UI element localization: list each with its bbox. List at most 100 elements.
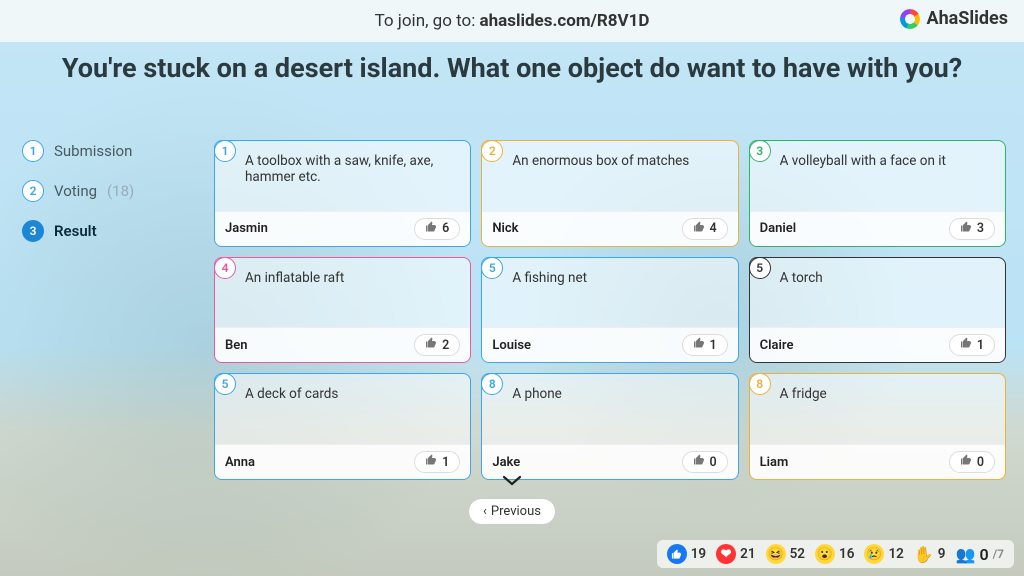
card-footer: Anna 1 <box>215 444 470 479</box>
author-name: Jasmin <box>225 221 268 236</box>
brand: AhaSlides <box>900 8 1008 29</box>
raised-hands[interactable]: ✋9 <box>914 545 946 564</box>
answer-text: A volleyball with a face on it <box>750 141 1005 175</box>
vote-pill[interactable]: 6 <box>414 218 460 240</box>
reaction-like[interactable]: 19 <box>667 544 706 564</box>
reaction-love[interactable]: ❤21 <box>716 544 755 564</box>
card-footer: Jasmin 6 <box>215 211 470 246</box>
step-result[interactable]: 3 Result <box>22 220 192 242</box>
people-icon: 👥 <box>956 545 976 564</box>
answer-card[interactable]: 2 An enormous box of matches Nick 4 <box>481 140 738 247</box>
vote-count: 4 <box>710 221 717 236</box>
vote-count: 1 <box>442 455 449 470</box>
people-here: 0 <box>979 545 988 564</box>
vote-count: 0 <box>977 455 984 470</box>
vote-pill[interactable]: 4 <box>682 218 728 240</box>
top-bar: To join, go to: ahaslides.com/R8V1D AhaS… <box>0 0 1024 42</box>
like-icon <box>667 544 687 564</box>
author-name: Claire <box>760 338 794 353</box>
previous-button[interactable]: ‹ Previous <box>468 498 556 525</box>
brand-name: AhaSlides <box>926 8 1008 29</box>
vote-pill[interactable]: 2 <box>414 334 460 356</box>
answer-card[interactable]: 5 A fishing net Louise 1 <box>481 257 738 364</box>
rank-badge: 5 <box>749 257 771 279</box>
expand-chevron-icon[interactable] <box>501 472 523 493</box>
vote-pill[interactable]: 3 <box>949 218 995 240</box>
step-voting[interactable]: 2 Voting (18) <box>22 180 192 202</box>
sad-count: 12 <box>888 546 903 562</box>
love-count: 21 <box>740 546 755 562</box>
card-footer: Louise 1 <box>482 327 737 362</box>
rank-badge: 5 <box>481 257 503 279</box>
author-name: Ben <box>225 338 248 353</box>
reaction-wow[interactable]: 😮16 <box>815 544 854 564</box>
thumb-icon <box>425 337 437 353</box>
answer-text: A torch <box>750 258 1005 292</box>
join-prefix: To join, go to: <box>375 11 480 31</box>
reaction-sad[interactable]: 😢12 <box>864 544 903 564</box>
thumb-icon <box>425 454 437 470</box>
haha-icon: 😆 <box>766 544 786 564</box>
vote-count: 3 <box>977 221 984 236</box>
answer-card[interactable]: 5 A deck of cards Anna 1 <box>214 373 471 480</box>
thumb-icon <box>425 221 437 237</box>
vote-pill[interactable]: 0 <box>682 451 728 473</box>
people-total: /7 <box>993 547 1004 561</box>
vote-count: 6 <box>442 221 449 236</box>
vote-pill[interactable]: 1 <box>682 334 728 356</box>
answer-card[interactable]: 5 A torch Claire 1 <box>749 257 1006 364</box>
like-count: 19 <box>691 546 706 562</box>
step-badge: 1 <box>22 140 44 162</box>
vote-pill[interactable]: 0 <box>949 451 995 473</box>
vote-count: 1 <box>710 338 717 353</box>
step-badge: 3 <box>22 220 44 242</box>
thumb-icon <box>693 337 705 353</box>
sad-icon: 😢 <box>864 544 884 564</box>
vote-count: 1 <box>977 338 984 353</box>
answer-card[interactable]: 1 A toolbox with a saw, knife, axe, hamm… <box>214 140 471 247</box>
step-submission[interactable]: 1 Submission <box>22 140 192 162</box>
author-name: Nick <box>492 221 518 236</box>
haha-count: 52 <box>790 546 805 562</box>
step-badge: 2 <box>22 180 44 202</box>
author-name: Anna <box>225 455 255 470</box>
join-url: ahaslides.com/R8V1D <box>480 11 650 31</box>
reaction-haha[interactable]: 😆52 <box>766 544 805 564</box>
thumb-icon <box>960 337 972 353</box>
answer-text: An enormous box of matches <box>482 141 737 175</box>
reactions-bar: 19 ❤21 😆52 😮16 😢12 ✋9 👥0/7 <box>657 540 1014 568</box>
card-footer: Claire 1 <box>750 327 1005 362</box>
answer-card[interactable]: 4 An inflatable raft Ben 2 <box>214 257 471 364</box>
rank-badge: 8 <box>749 373 771 395</box>
card-footer: Ben 2 <box>215 327 470 362</box>
step-count: (18) <box>107 182 134 200</box>
card-footer: Daniel 3 <box>750 211 1005 246</box>
answer-card[interactable]: 8 A fridge Liam 0 <box>749 373 1006 480</box>
hand-count: 9 <box>938 546 946 562</box>
love-icon: ❤ <box>716 544 736 564</box>
vote-pill[interactable]: 1 <box>949 334 995 356</box>
chevron-left-icon: ‹ <box>483 504 487 519</box>
answer-card[interactable]: 3 A volleyball with a face on it Daniel … <box>749 140 1006 247</box>
vote-pill[interactable]: 1 <box>414 451 460 473</box>
answer-text: An inflatable raft <box>215 258 470 292</box>
rank-badge: 3 <box>749 140 771 162</box>
vote-count: 2 <box>442 338 449 353</box>
card-footer: Liam 0 <box>750 444 1005 479</box>
step-label: Submission <box>54 142 132 160</box>
answer-text: A toolbox with a saw, knife, axe, hammer… <box>215 141 470 191</box>
participant-count: 👥0/7 <box>956 545 1004 564</box>
step-label: Result <box>54 222 97 240</box>
step-label: Voting <box>54 182 97 200</box>
card-footer: Nick 4 <box>482 211 737 246</box>
join-instruction: To join, go to: ahaslides.com/R8V1D <box>375 11 650 31</box>
answer-text: A deck of cards <box>215 374 470 408</box>
thumb-icon <box>693 221 705 237</box>
answer-card[interactable]: 8 A phone Jake 0 <box>481 373 738 480</box>
thumb-icon <box>960 454 972 470</box>
thumb-icon <box>693 454 705 470</box>
wow-count: 16 <box>839 546 854 562</box>
answers-grid[interactable]: 1 A toolbox with a saw, knife, axe, hamm… <box>214 140 1006 480</box>
rank-badge: 1 <box>214 140 236 162</box>
author-name: Jake <box>492 455 520 470</box>
